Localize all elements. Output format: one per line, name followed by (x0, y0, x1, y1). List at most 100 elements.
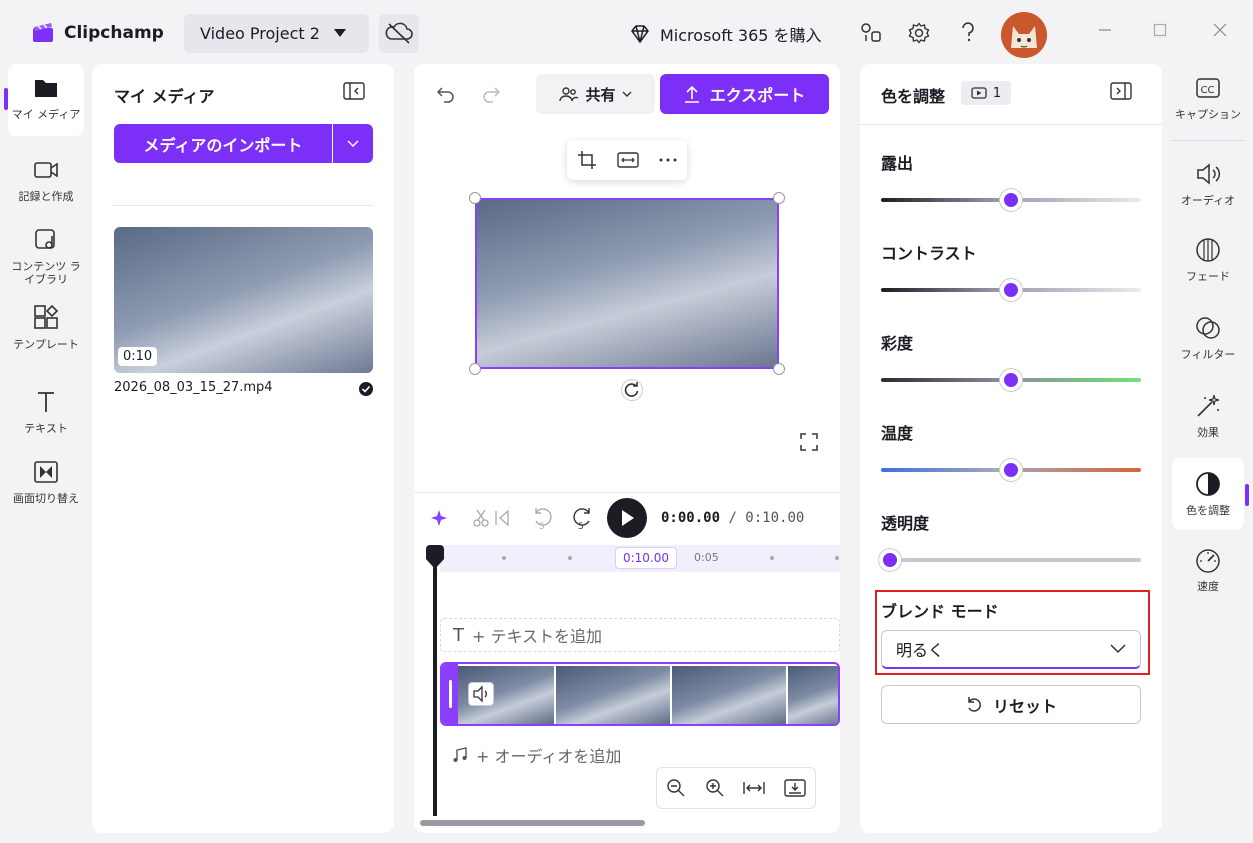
clip-audio-speaker-icon[interactable] (468, 682, 494, 706)
rewind-seconds-label: 5 (539, 522, 545, 531)
add-text-track[interactable]: T + テキストを追加 (440, 618, 840, 652)
divider (112, 205, 374, 206)
fade-icon (1194, 236, 1222, 264)
user-avatar[interactable] (1001, 12, 1047, 58)
captions-icon: CC (1194, 74, 1222, 102)
right-nav-captions[interactable]: CC キャプション (1172, 74, 1244, 121)
export-button[interactable]: エクスポート (660, 74, 829, 114)
resize-handle[interactable] (469, 363, 481, 375)
redo-icon[interactable] (481, 84, 501, 104)
opacity-slider-knob[interactable] (879, 549, 901, 571)
rewind-5s-icon[interactable]: 5 (531, 505, 555, 531)
settings-gear-icon[interactable] (906, 20, 932, 46)
nav-label: テキスト (24, 422, 68, 435)
resize-handle[interactable] (469, 192, 481, 204)
blend-mode-select[interactable]: 明るく (881, 630, 1141, 669)
video-clip[interactable] (440, 662, 840, 726)
project-name-dropdown[interactable]: Video Project 2 (184, 14, 369, 53)
exposure-slider-knob[interactable] (1000, 189, 1022, 211)
cloud-sync-off-icon[interactable] (379, 14, 419, 53)
nav-record-create[interactable]: 記録と作成 (8, 156, 84, 203)
contrast-slider-knob[interactable] (1000, 279, 1022, 301)
right-nav-label: フィルター (1180, 348, 1236, 361)
buy-microsoft365-link[interactable]: Microsoft 365 を購入 (630, 22, 822, 46)
opacity-slider-track[interactable] (881, 558, 1141, 562)
resize-handle[interactable] (773, 192, 785, 204)
import-media-button[interactable]: メディアのインポート (114, 124, 332, 163)
speaker-icon (1194, 160, 1222, 188)
right-nav-label: 色を調整 (1186, 504, 1230, 517)
nav-transitions[interactable]: 画面切り替え (8, 458, 84, 505)
undo-icon[interactable] (436, 84, 456, 104)
media-panel-title: マイ メディア (114, 87, 215, 106)
nav-label: マイ メディア (11, 108, 81, 121)
nav-label: 画面切り替え (13, 492, 79, 505)
current-time: 0:00.00 (661, 510, 721, 526)
divider (1172, 140, 1244, 141)
clip-trim-handle[interactable] (442, 664, 458, 724)
nav-text[interactable]: テキスト (8, 388, 84, 435)
play-button[interactable] (607, 498, 647, 538)
reset-label: リセット (992, 696, 1057, 716)
timeline-scrollbar[interactable] (420, 820, 645, 826)
app-name: Clipchamp (64, 23, 164, 43)
minimize-icon[interactable] (1097, 22, 1113, 38)
right-nav-label: オーディオ (1180, 194, 1236, 207)
collapse-timeline-icon[interactable] (784, 779, 806, 797)
saturation-slider-knob[interactable] (1000, 369, 1022, 391)
media-duration-badge: 0:10 (118, 347, 158, 366)
filters-icon (1194, 314, 1222, 342)
right-nav-effects[interactable]: 効果 (1172, 392, 1244, 439)
ruler-dot (502, 556, 506, 560)
right-nav-active-indicator (1245, 484, 1249, 506)
right-nav-speed[interactable]: 速度 (1172, 546, 1244, 593)
right-nav-label: キャプション (1175, 108, 1241, 121)
nav-templates[interactable]: テンプレート (8, 304, 84, 351)
clip-count: 1 (992, 85, 1002, 101)
reset-button[interactable]: リセット (881, 685, 1141, 724)
end-time-marker[interactable]: 0:10.00 (615, 547, 677, 569)
rotate-icon[interactable] (621, 379, 643, 401)
more-options-icon[interactable] (659, 158, 677, 162)
forward-seconds-label: 5 (578, 522, 584, 531)
collapse-right-panel-icon[interactable] (1110, 82, 1132, 100)
right-nav-filters[interactable]: フィルター (1172, 314, 1244, 361)
fit-timeline-icon[interactable] (743, 780, 765, 796)
right-nav-audio[interactable]: オーディオ (1172, 160, 1244, 207)
temperature-label: 温度 (881, 424, 914, 443)
crop-icon[interactable] (577, 150, 597, 170)
video-preview[interactable] (475, 198, 779, 369)
play-icon (622, 510, 634, 526)
upload-icon (684, 85, 700, 103)
saturation-label: 彩度 (881, 334, 914, 353)
share-button[interactable]: 共有 (536, 74, 655, 114)
magic-sparkle-icon[interactable] (430, 508, 450, 528)
diamond-icon (630, 25, 650, 43)
right-nav-fade[interactable]: フェード (1172, 236, 1244, 283)
zoom-in-icon[interactable] (705, 778, 725, 798)
close-icon[interactable] (1212, 22, 1228, 38)
maximize-icon[interactable] (1152, 22, 1168, 38)
right-nav-color-adjust[interactable]: 色を調整 (1172, 458, 1244, 530)
contrast-label: コントラスト (881, 244, 977, 263)
export-label: エクスポート (709, 86, 806, 105)
fullscreen-icon[interactable] (800, 433, 818, 451)
feedback-icon[interactable] (858, 20, 884, 46)
resize-handle[interactable] (773, 363, 785, 375)
add-audio-label: + オーディオを追加 (476, 747, 622, 766)
help-icon[interactable] (955, 20, 981, 46)
nav-my-media[interactable]: マイ メディア (8, 64, 84, 136)
nav-content-library[interactable]: コンテンツ ライブラリ (8, 226, 84, 286)
ruler-dot (770, 556, 774, 560)
split-icon[interactable] (472, 508, 512, 528)
video-clip-icon (971, 87, 987, 99)
import-options-dropdown[interactable] (333, 124, 373, 163)
fit-icon[interactable] (617, 152, 639, 168)
clipchamp-logo-icon (32, 22, 54, 44)
collapse-panel-icon[interactable] (343, 82, 365, 100)
temperature-slider-knob[interactable] (1000, 459, 1022, 481)
zoom-out-icon[interactable] (666, 778, 686, 798)
nav-label: テンプレート (13, 338, 79, 351)
blend-mode-value: 明るく (896, 641, 945, 660)
forward-5s-icon[interactable]: 5 (570, 505, 594, 531)
